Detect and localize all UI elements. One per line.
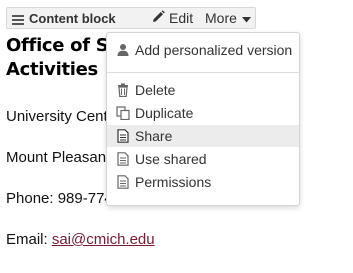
more-dropdown-menu: Add personalized version Delete Duplicat… (106, 32, 300, 206)
user-icon (116, 43, 130, 57)
email-line: Email: sai@cmich.edu (6, 231, 155, 248)
trash-icon (116, 83, 130, 98)
menu-item-duplicate[interactable]: Duplicate (107, 102, 299, 124)
email-link[interactable]: sai@cmich.edu (52, 231, 155, 248)
email-label: Email: (6, 231, 52, 248)
menu-item-share[interactable]: Share (107, 125, 299, 147)
edit-button[interactable]: Edit (152, 10, 193, 26)
menu-item-delete[interactable]: Delete (107, 79, 299, 101)
menu-divider (107, 72, 299, 73)
menu-item-label: Delete (135, 82, 176, 98)
pencil-icon (152, 10, 165, 26)
edit-label: Edit (169, 10, 194, 26)
menu-item-label: Add personalized version (135, 42, 293, 58)
menu-item-permissions[interactable]: Permissions (107, 171, 299, 193)
page-title: Office of S Activities (6, 35, 109, 80)
address-line-1: University Cent (6, 108, 108, 125)
menu-item-label: Duplicate (135, 105, 194, 121)
menu-item-label: Share (135, 128, 173, 144)
phone-line: Phone: 989-774 (6, 190, 113, 207)
menu-item-add-personalized-version[interactable]: Add personalized version (107, 39, 299, 61)
drag-handle-icon[interactable] (12, 13, 24, 25)
address-line-2: Mount Pleasan (6, 149, 107, 166)
content-block-toolbar: Content block Edit More (6, 7, 256, 29)
more-label: More (205, 10, 237, 26)
document-icon (116, 175, 130, 189)
more-button[interactable]: More (205, 10, 251, 26)
page: Office of S Activities University Cent M… (0, 0, 353, 273)
menu-item-label: Use shared (135, 151, 207, 167)
menu-item-use-shared[interactable]: Use shared (107, 148, 299, 170)
caret-down-icon (241, 10, 251, 26)
menu-item-label: Permissions (135, 174, 212, 190)
document-icon (116, 129, 130, 143)
content-block-title: Content block (29, 11, 116, 26)
duplicate-icon (116, 106, 130, 121)
document-icon (116, 152, 130, 166)
